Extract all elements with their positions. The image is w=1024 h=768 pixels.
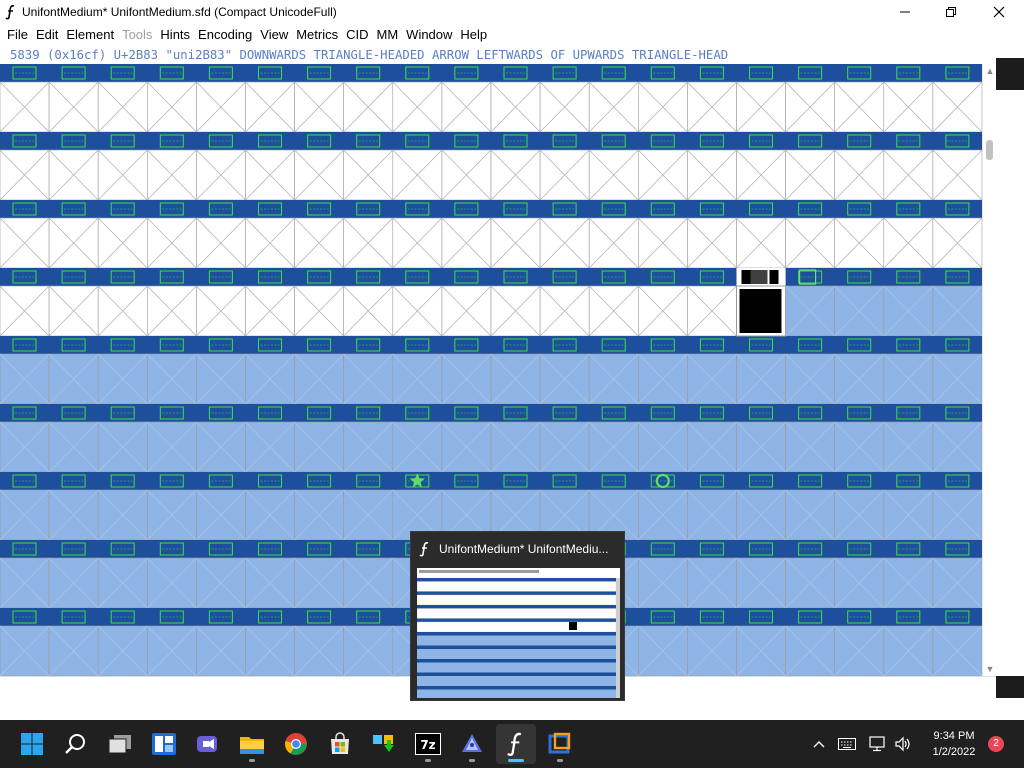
widgets-icon <box>152 733 176 755</box>
widgets-button[interactable] <box>144 724 184 764</box>
close-icon <box>993 6 1005 18</box>
volume-button[interactable] <box>892 720 914 768</box>
taskbar: 7z 9:34 PM 1/2/2022 <box>0 720 1024 768</box>
restore-icon <box>946 7 956 17</box>
7zip-button[interactable]: 7z <box>408 724 448 764</box>
inkscape-icon <box>462 734 482 752</box>
chrome-icon <box>285 733 307 755</box>
menu-hints[interactable]: Hints <box>156 24 194 46</box>
search-button[interactable] <box>56 724 96 764</box>
menu-metrics[interactable]: Metrics <box>292 24 342 46</box>
desktop-background-bottom <box>996 676 1024 698</box>
scroll-down-icon[interactable]: ▼ <box>985 664 995 674</box>
running-indicator <box>249 759 255 762</box>
menu-edit[interactable]: Edit <box>32 24 62 46</box>
start-button[interactable] <box>12 724 52 764</box>
network-button[interactable] <box>866 720 890 768</box>
search-icon <box>65 734 85 754</box>
fontforge-window: UnifontMedium* UnifontMedium.sfd (Compac… <box>0 0 1024 768</box>
menu-bar: File Edit Element Tools Hints Encoding V… <box>0 24 1024 46</box>
task-view-button[interactable] <box>100 724 140 764</box>
app-installer-button[interactable] <box>364 724 404 764</box>
store-button[interactable] <box>320 724 360 764</box>
menu-element[interactable]: Element <box>62 24 118 46</box>
keyboard-icon <box>838 738 856 750</box>
fontforge-icon <box>507 732 522 756</box>
clock-time: 9:34 PM <box>933 730 975 742</box>
preview-title: UnifontMedium* UnifontMediu... <box>439 542 609 556</box>
menu-encoding[interactable]: Encoding <box>194 24 256 46</box>
active-indicator <box>508 759 524 762</box>
preview-thumbnail-image <box>417 568 620 698</box>
taskbar-window-preview[interactable]: UnifontMedium* UnifontMediu... <box>410 531 625 701</box>
selected-glyph-image[interactable] <box>739 289 782 333</box>
virtualbox-icon <box>548 732 571 754</box>
running-indicator <box>425 759 431 762</box>
vertical-scrollbar[interactable]: ▲ ▼ <box>982 64 996 676</box>
menu-cid[interactable]: CID <box>342 24 372 46</box>
folder-icon <box>240 737 264 754</box>
fontforge-icon <box>0 0 22 24</box>
show-hidden-icons-button[interactable] <box>808 720 830 768</box>
keyboard-button[interactable] <box>834 720 860 768</box>
inkscape-button[interactable] <box>452 724 492 764</box>
network-icon <box>869 736 885 752</box>
minimize-button[interactable] <box>882 0 928 24</box>
7zip-icon: 7z <box>415 733 441 755</box>
scrollbar-thumb[interactable] <box>986 140 993 160</box>
teams-chat-button[interactable] <box>188 724 228 764</box>
desktop-background <box>996 58 1024 90</box>
scroll-up-icon[interactable]: ▲ <box>985 66 995 76</box>
menu-file[interactable]: File <box>3 24 32 46</box>
speaker-icon <box>895 736 910 752</box>
glyph-info-line: 5839 (0x16cf) U+2B83 "uni2B83" DOWNWARDS… <box>0 46 982 64</box>
notification-badge[interactable]: 2 <box>988 736 1004 752</box>
menu-tools[interactable]: Tools <box>118 24 156 46</box>
window-title: UnifontMedium* UnifontMedium.sfd (Compac… <box>22 5 337 19</box>
svg-text:7z: 7z <box>420 738 435 752</box>
store-icon <box>331 732 349 754</box>
menu-view[interactable]: View <box>256 24 292 46</box>
chrome-button[interactable] <box>276 724 316 764</box>
windows-start-icon <box>21 733 43 755</box>
running-indicator <box>469 759 475 762</box>
menu-help[interactable]: Help <box>456 24 491 46</box>
restore-button[interactable] <box>928 0 974 24</box>
menu-mm[interactable]: MM <box>373 24 403 46</box>
chat-icon <box>197 736 217 752</box>
menu-window[interactable]: Window <box>402 24 456 46</box>
system-clock[interactable]: 9:34 PM 1/2/2022 <box>916 728 992 760</box>
fontforge-icon <box>411 532 439 566</box>
task-view-icon <box>108 735 131 754</box>
minimize-icon <box>900 11 910 13</box>
preview-title-bar[interactable]: UnifontMedium* UnifontMediu... <box>411 532 626 566</box>
close-button[interactable] <box>974 0 1024 24</box>
chevron-up-icon <box>813 741 825 748</box>
virtualbox-button[interactable] <box>540 724 580 764</box>
file-explorer-button[interactable] <box>232 724 272 764</box>
title-bar[interactable]: UnifontMedium* UnifontMedium.sfd (Compac… <box>0 0 1024 24</box>
running-indicator <box>557 759 563 762</box>
fontforge-taskbar-button[interactable] <box>496 724 536 764</box>
clock-date: 1/2/2022 <box>932 746 976 758</box>
installer-icon <box>373 735 394 752</box>
thumb-selected-glyph <box>569 622 577 630</box>
preview-thumbnail[interactable] <box>417 568 620 698</box>
